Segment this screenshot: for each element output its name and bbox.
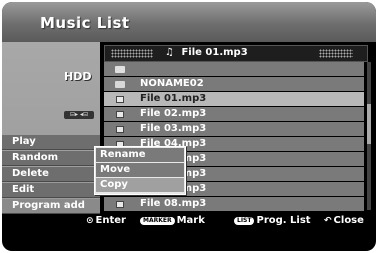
return-icon: ↶ bbox=[324, 215, 332, 226]
enter-icon: ⊙ bbox=[86, 215, 94, 226]
source-label: HDD bbox=[64, 70, 92, 83]
dots-decoration-right bbox=[319, 49, 353, 58]
submenu-item-copy[interactable]: Copy bbox=[96, 178, 184, 192]
hint-close: Close bbox=[333, 215, 364, 226]
file-header: ♫ File 01.mp3 bbox=[104, 45, 368, 62]
current-file-name: File 01.mp3 bbox=[181, 47, 248, 58]
parent-folder-icon bbox=[104, 62, 136, 76]
dots-decoration-left bbox=[111, 49, 153, 58]
options-menu: Play Random Delete Edit Program add bbox=[2, 135, 100, 215]
scrollbar-thumb[interactable] bbox=[367, 104, 371, 144]
playback-info-icon: ⊟▸ ◂⊟ bbox=[64, 111, 94, 119]
music-note-icon: ♫ bbox=[165, 47, 174, 58]
menu-item-edit[interactable]: Edit bbox=[2, 183, 100, 198]
music-file-icon bbox=[104, 197, 136, 211]
dvd-menu-screen: Music List HDD ⊟▸ ◂⊟ Play Random Delete … bbox=[2, 2, 376, 251]
hint-enter: Enter bbox=[95, 215, 126, 226]
list-key-icon: LIST bbox=[234, 216, 255, 225]
scrollbar[interactable] bbox=[367, 62, 371, 210]
music-file-icon bbox=[104, 122, 136, 136]
title-bar: Music List bbox=[2, 2, 376, 42]
list-item[interactable]: File 03.mp3 bbox=[104, 122, 364, 136]
submenu-item-move[interactable]: Move bbox=[96, 163, 184, 177]
menu-item-delete[interactable]: Delete bbox=[2, 167, 100, 182]
folder-icon bbox=[104, 77, 136, 91]
hint-prog-list: Prog. List bbox=[256, 215, 311, 226]
page-title: Music List bbox=[40, 14, 130, 32]
list-item[interactable]: File 08.mp3 bbox=[104, 197, 364, 211]
list-item[interactable] bbox=[104, 62, 364, 76]
hint-mark: Mark bbox=[176, 215, 205, 226]
list-item[interactable]: File 02.mp3 bbox=[104, 107, 364, 121]
music-file-icon bbox=[104, 107, 136, 121]
music-file-icon bbox=[104, 92, 136, 106]
submenu-item-rename[interactable]: Rename bbox=[96, 148, 184, 162]
edit-submenu: Rename Move Copy bbox=[94, 146, 186, 195]
menu-item-play[interactable]: Play bbox=[2, 135, 100, 150]
list-item[interactable]: NONAME02 bbox=[104, 77, 364, 91]
hint-bar: ⊙ Enter MARKER Mark LIST Prog. List ↶ Cl… bbox=[2, 212, 376, 251]
list-item[interactable]: File 01.mp3 bbox=[104, 92, 364, 106]
menu-item-random[interactable]: Random bbox=[2, 151, 100, 166]
marker-key-icon: MARKER bbox=[140, 216, 175, 225]
